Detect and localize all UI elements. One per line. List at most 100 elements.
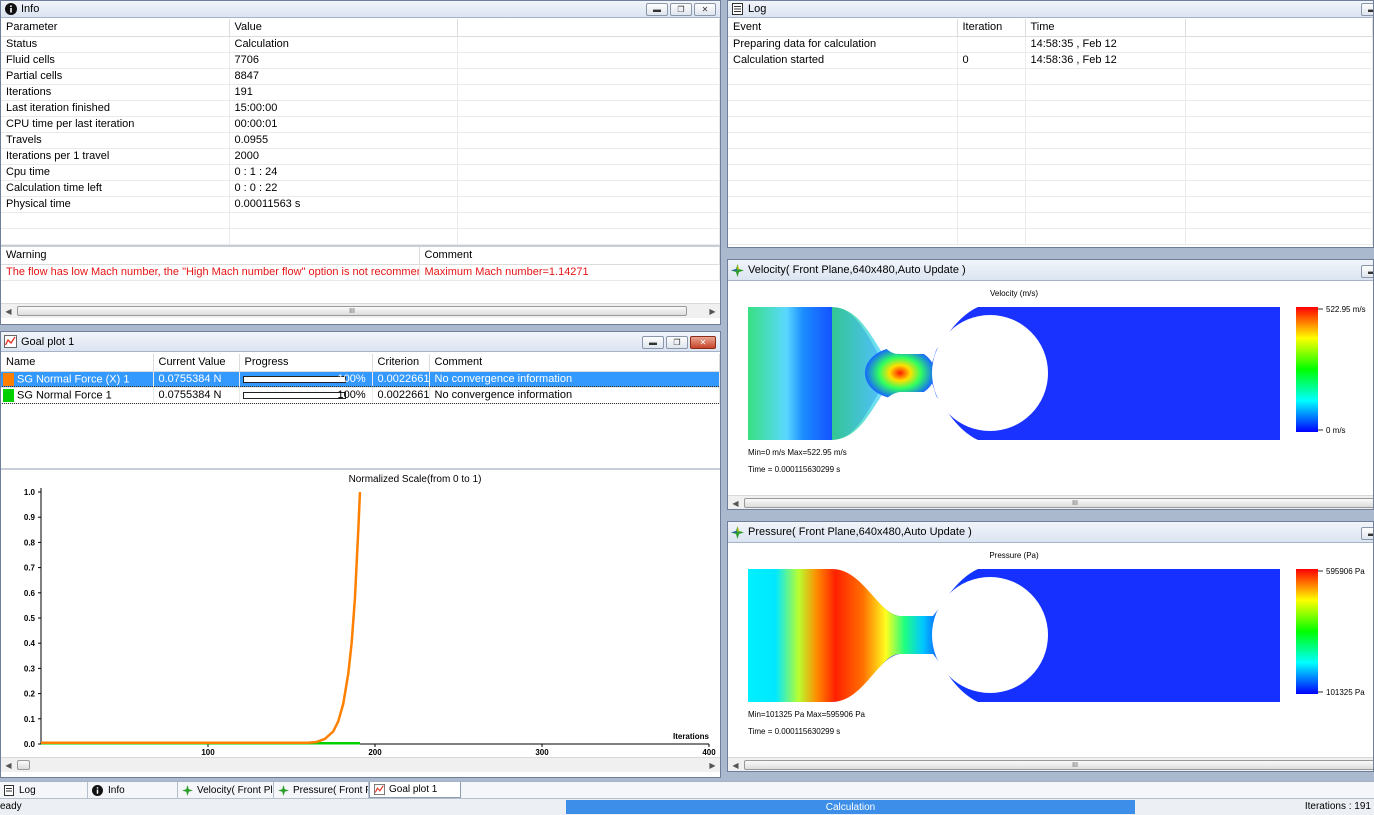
info-row[interactable]: Partial cells 8847: [1, 68, 720, 85]
minimize-icon[interactable]: ▬: [642, 336, 664, 349]
info-row[interactable]: Travels 0.0955: [1, 132, 720, 149]
scroll-left-icon[interactable]: ◀: [1, 304, 16, 318]
tab-pressure[interactable]: Pressure( Front F: [274, 782, 369, 798]
restore-icon[interactable]: ❐: [666, 336, 688, 349]
goal-scroll-thumb[interactable]: [17, 760, 30, 770]
log-col-event[interactable]: Event: [728, 19, 958, 37]
info-table: Parameter Value Status Calculation Fluid c…: [1, 19, 720, 245]
scroll-left-icon[interactable]: ◀: [728, 496, 743, 509]
restore-icon[interactable]: ❐: [670, 3, 692, 16]
log-row[interactable]: [728, 164, 1373, 181]
pressure-scroll-thumb[interactable]: III: [744, 760, 1373, 770]
log-iteration-cell: [957, 228, 1026, 245]
info-param-cell: Iterations: [1, 84, 230, 101]
info-row[interactable]: [1, 228, 720, 245]
info-row[interactable]: Status Calculation: [1, 36, 720, 53]
log-empty-cell: [1185, 52, 1373, 69]
info-value-cell: 0 : 1 : 24: [229, 164, 458, 181]
goals-col-progress[interactable]: Progress: [239, 354, 373, 372]
log-titlebar[interactable]: Log: [728, 1, 1373, 18]
goal-row[interactable]: SG Normal Force 1 0.0755384 N 100% 0.002266…: [1, 386, 720, 404]
minimize-icon[interactable]: ▬: [646, 3, 668, 16]
goal-progress-fill: [243, 376, 345, 382]
window-tabs: Log Info Velocity( Front Pl Pressure( Fr…: [0, 781, 1374, 798]
log-row[interactable]: [728, 148, 1373, 165]
scroll-left-icon[interactable]: ◀: [728, 758, 743, 771]
goals-table: Name Current Value Progress Criterion Co…: [1, 354, 720, 404]
log-row[interactable]: [728, 100, 1373, 117]
info-param-cell: Travels: [1, 132, 230, 149]
log-col-time[interactable]: Time: [1025, 19, 1186, 37]
minimize-icon[interactable]: ▬: [1361, 527, 1373, 540]
log-event-cell: [728, 228, 958, 245]
warning-text: The flow has low Mach number, the "High …: [1, 264, 420, 281]
scroll-right-icon[interactable]: ▶: [705, 304, 720, 318]
log-row[interactable]: [728, 180, 1373, 197]
minimize-icon[interactable]: ▬: [1361, 3, 1373, 16]
info-row[interactable]: Fluid cells 7706: [1, 52, 720, 69]
info-hscrollbar[interactable]: ◀ III ▶: [1, 303, 720, 318]
close-icon[interactable]: ✕: [690, 336, 716, 349]
goal-progress-bar: [242, 391, 346, 399]
goals-col-criterion[interactable]: Criterion: [372, 354, 430, 372]
log-event-cell: [728, 196, 958, 213]
info-titlebar[interactable]: Info: [1, 1, 720, 18]
info-col-value[interactable]: Value: [229, 19, 458, 37]
log-row[interactable]: [728, 116, 1373, 133]
log-row[interactable]: Preparing data for calculation 14:58:35 ,…: [728, 36, 1373, 53]
info-row[interactable]: Iterations 191: [1, 84, 720, 101]
info-value-cell: 0.00011563 s: [229, 196, 458, 213]
info-empty-cell: [457, 132, 720, 149]
log-row[interactable]: [728, 68, 1373, 85]
log-empty-cell: [1185, 100, 1373, 117]
velocity-scroll-thumb[interactable]: III: [744, 498, 1373, 508]
log-event-cell: [728, 132, 958, 149]
pressure-titlebar[interactable]: Pressure( Front Plane,640x480,Auto Updat…: [728, 522, 1373, 543]
goal-color-swatch: [3, 372, 14, 386]
log-row[interactable]: [728, 196, 1373, 213]
goal-progress-label: 100%: [337, 388, 366, 401]
pressure-panel: Pressure( Front Plane,640x480,Auto Updat…: [727, 521, 1374, 772]
scroll-left-icon[interactable]: ◀: [1, 758, 16, 772]
goal-plot-titlebar[interactable]: Goal plot 1: [1, 332, 720, 352]
info-row[interactable]: Calculation time left 0 : 0 : 22: [1, 180, 720, 197]
tab-velocity-label: Velocity( Front Pl: [197, 784, 273, 796]
info-row[interactable]: Cpu time 0 : 1 : 24: [1, 164, 720, 181]
minimize-icon[interactable]: ▬: [1361, 265, 1373, 278]
pressure-hscrollbar[interactable]: ◀ III: [728, 757, 1373, 771]
goal-row[interactable]: SG Normal Force (X) 1 0.0755384 N 100% 0.00…: [1, 371, 720, 388]
info-icon: [92, 784, 103, 796]
warning-row[interactable]: The flow has low Mach number, the "High …: [1, 264, 720, 281]
info-col-parameter[interactable]: Parameter: [1, 19, 230, 37]
close-icon[interactable]: ✕: [694, 3, 716, 16]
log-event-cell: Calculation started: [728, 52, 958, 69]
goal-hscrollbar[interactable]: ◀ ▶: [1, 757, 720, 772]
scroll-right-icon[interactable]: ▶: [705, 758, 720, 772]
tab-goal-plot[interactable]: Goal plot 1: [369, 782, 461, 798]
info-row[interactable]: Last iteration finished 15:00:00: [1, 100, 720, 117]
info-row[interactable]: Physical time 0.00011563 s: [1, 196, 720, 213]
log-row[interactable]: [728, 132, 1373, 149]
velocity-hscrollbar[interactable]: ◀ III: [728, 495, 1373, 509]
log-empty-cell: [1185, 68, 1373, 85]
tab-log[interactable]: Log: [0, 782, 88, 798]
warning-col-comment[interactable]: Comment: [419, 247, 720, 265]
goals-col-name[interactable]: Name: [1, 354, 154, 372]
info-row[interactable]: CPU time per last iteration 00:00:01: [1, 116, 720, 133]
info-row[interactable]: [1, 212, 720, 229]
velocity-titlebar[interactable]: Velocity( Front Plane,640x480,Auto Updat…: [728, 260, 1373, 281]
tab-velocity[interactable]: Velocity( Front Pl: [178, 782, 274, 798]
info-row[interactable]: Iterations per 1 travel 2000: [1, 148, 720, 165]
log-row[interactable]: [728, 212, 1373, 229]
goals-col-current-value[interactable]: Current Value: [153, 354, 240, 372]
info-scroll-thumb[interactable]: III: [17, 306, 687, 316]
warning-col-warning[interactable]: Warning: [1, 247, 420, 265]
goals-col-comment[interactable]: Comment: [429, 354, 720, 372]
log-row[interactable]: [728, 84, 1373, 101]
iterations-counter: Iterations : 191: [1304, 801, 1371, 812]
y-tick-label: 0.6: [24, 589, 36, 598]
log-row[interactable]: [728, 228, 1373, 245]
log-row[interactable]: Calculation started 0 14:58:36 , Feb 12: [728, 52, 1373, 69]
tab-info[interactable]: Info: [88, 782, 178, 798]
log-col-iteration[interactable]: Iteration: [957, 19, 1026, 37]
